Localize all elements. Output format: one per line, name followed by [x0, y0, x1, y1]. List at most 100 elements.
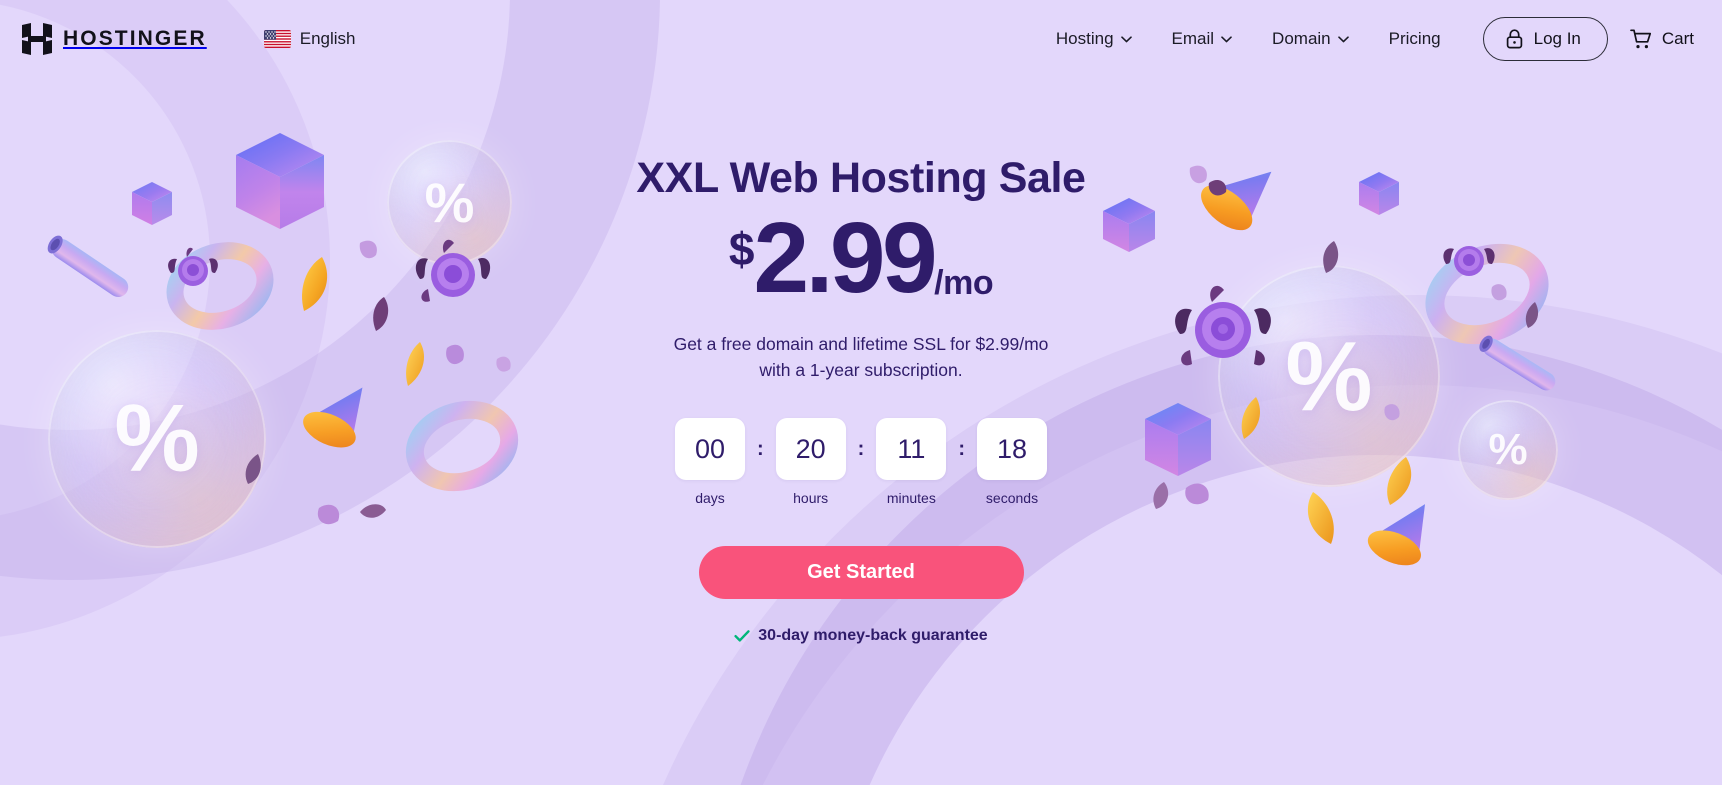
- nav-item-label: Hosting: [1055, 29, 1114, 48]
- percent-bubble-large-right: %: [1218, 265, 1440, 487]
- purple-petal-icon: [1384, 404, 1400, 421]
- chevron-down-icon: [1337, 35, 1349, 42]
- countdown-timer: 00 days : 20 hours : 11 minutes : 18 sec…: [674, 418, 1047, 507]
- countdown-value-minutes: 11: [876, 418, 947, 481]
- nav-item-email[interactable]: Email: [1152, 29, 1253, 49]
- price-amount: 2.99: [753, 202, 938, 315]
- iridescent-cube-large-icon: [236, 133, 324, 229]
- countdown-label-hours: hours: [793, 490, 829, 507]
- price-display: $ 2.99 /mo: [728, 202, 994, 315]
- purple-petal-icon: [245, 454, 261, 484]
- purple-petal-icon: [360, 504, 386, 518]
- purple-petal-icon: [446, 344, 464, 365]
- lock-icon: [1506, 29, 1522, 49]
- percent-bubble-large-left: %: [48, 330, 266, 548]
- golden-petal-icon: [1241, 397, 1260, 439]
- login-button[interactable]: Log In: [1482, 17, 1608, 61]
- percent-bubble-small-left: %: [387, 140, 512, 265]
- iridescent-cube-large-icon: [1145, 403, 1211, 476]
- purple-flower-icon: [1175, 285, 1271, 366]
- countdown-label-minutes: minutes: [886, 490, 936, 507]
- hero-subtitle-line-2: with a 1-year subscription.: [759, 359, 963, 380]
- iridescent-tube-icon: [1479, 335, 1556, 391]
- percent-symbol: %: [1285, 320, 1373, 431]
- hero-subtitle-line-1: Get a free domain and lifetime SSL for $…: [673, 334, 1049, 355]
- nav-item-label: Pricing: [1388, 29, 1441, 48]
- countdown-unit-minutes: 11 minutes: [876, 418, 947, 507]
- chevron-down-icon: [1120, 35, 1132, 42]
- percent-bubble-small-right: %: [1458, 400, 1558, 500]
- percent-symbol: %: [424, 171, 475, 234]
- countdown-unit-hours: 20 hours: [775, 418, 846, 507]
- price-currency: $: [728, 223, 755, 276]
- countdown-label-seconds: seconds: [985, 490, 1039, 507]
- countdown-separator: :: [958, 438, 965, 461]
- nav-item-hosting[interactable]: Hosting: [1036, 29, 1152, 49]
- purple-petal-icon: [1208, 179, 1227, 196]
- countdown-label-days: days: [695, 490, 725, 507]
- purple-flower-small-icon: [168, 247, 218, 286]
- iridescent-cone-icon: [1201, 171, 1272, 231]
- iridescent-cone-icon: [303, 387, 363, 448]
- cart-button[interactable]: Cart: [1630, 28, 1700, 50]
- us-flag-icon: [263, 30, 291, 48]
- money-back-guarantee: 30-day money-back guarantee: [734, 627, 988, 645]
- iridescent-cube-small-icon: [132, 182, 172, 225]
- login-button-label: Log In: [1533, 29, 1581, 48]
- percent-symbol: %: [114, 385, 200, 492]
- golden-petal-icon: [1387, 457, 1412, 505]
- purple-petal-icon: [1323, 241, 1339, 273]
- iridescent-cube-small-icon: [1103, 198, 1155, 252]
- iridescent-ring-icon: [1425, 243, 1549, 345]
- countdown-separator: :: [857, 438, 865, 461]
- golden-petal-icon: [302, 257, 328, 311]
- nav-item-label: Email: [1171, 29, 1215, 48]
- hostinger-logo-link[interactable]: HOSTINGER: [22, 23, 207, 55]
- golden-petal-icon: [406, 342, 424, 386]
- purple-petal-icon: [1153, 482, 1169, 509]
- purple-petal-icon: [1189, 165, 1207, 184]
- shopping-cart-icon: [1630, 28, 1651, 48]
- golden-petal-icon: [1307, 492, 1334, 544]
- nav-item-domain[interactable]: Domain: [1252, 29, 1369, 49]
- iridescent-ring-icon: [405, 400, 519, 492]
- purple-flower-icon: [415, 239, 491, 302]
- iridescent-ring-icon: [166, 242, 274, 330]
- cart-label: Cart: [1661, 29, 1694, 48]
- purple-petal-icon: [1491, 284, 1507, 301]
- background-arc-top-left-secondary: [0, 0, 330, 640]
- hero-section: XXL Web Hosting Sale $ 2.99 /mo Get a fr…: [0, 0, 1722, 785]
- countdown-value-days: 00: [674, 418, 745, 481]
- iridescent-cone-icon: [1367, 504, 1426, 566]
- brand-name: HOSTINGER: [63, 27, 207, 50]
- purple-petal-icon: [496, 356, 511, 372]
- get-started-button[interactable]: Get Started: [698, 546, 1024, 600]
- top-navigation-bar: HOSTINGER English Hosting Email Domain P…: [0, 0, 1722, 78]
- purple-flower-small-icon: [1443, 246, 1495, 276]
- purple-petal-icon: [1525, 302, 1539, 328]
- countdown-separator: :: [756, 438, 764, 461]
- hostinger-h-logo-icon: [22, 23, 52, 55]
- hostinger-landing-page: % % % % HOSTINGER English Hosting Email …: [0, 0, 1722, 785]
- purple-petal-icon: [359, 240, 377, 259]
- price-period: /mo: [934, 264, 994, 303]
- chevron-down-icon: [1221, 35, 1232, 42]
- hero-subtitle: Get a free domain and lifetime SSL for $…: [674, 332, 1049, 383]
- nav-item-label: Domain: [1272, 29, 1331, 48]
- decorative-illustration-layer: % % % %: [0, 0, 1722, 785]
- background-arc-top-left: [0, 0, 719, 639]
- countdown-unit-seconds: 18 seconds: [977, 418, 1047, 506]
- main-navigation: Hosting Email Domain Pricing Log In Cart: [1036, 17, 1700, 61]
- page-title: XXL Web Hosting Sale: [636, 154, 1086, 202]
- iridescent-cube-small-icon: [1359, 172, 1399, 215]
- green-check-icon: [734, 630, 750, 642]
- nav-item-pricing[interactable]: Pricing: [1369, 29, 1461, 49]
- guarantee-label: 30-day money-back guarantee: [758, 627, 988, 645]
- countdown-value-seconds: 18: [977, 418, 1047, 481]
- percent-symbol: %: [1488, 425, 1528, 474]
- purple-petal-icon: [1185, 483, 1209, 505]
- iridescent-tube-icon: [47, 235, 129, 298]
- countdown-value-hours: 20: [775, 418, 846, 481]
- purple-petal-icon: [373, 297, 389, 331]
- language-selector[interactable]: English: [263, 29, 356, 49]
